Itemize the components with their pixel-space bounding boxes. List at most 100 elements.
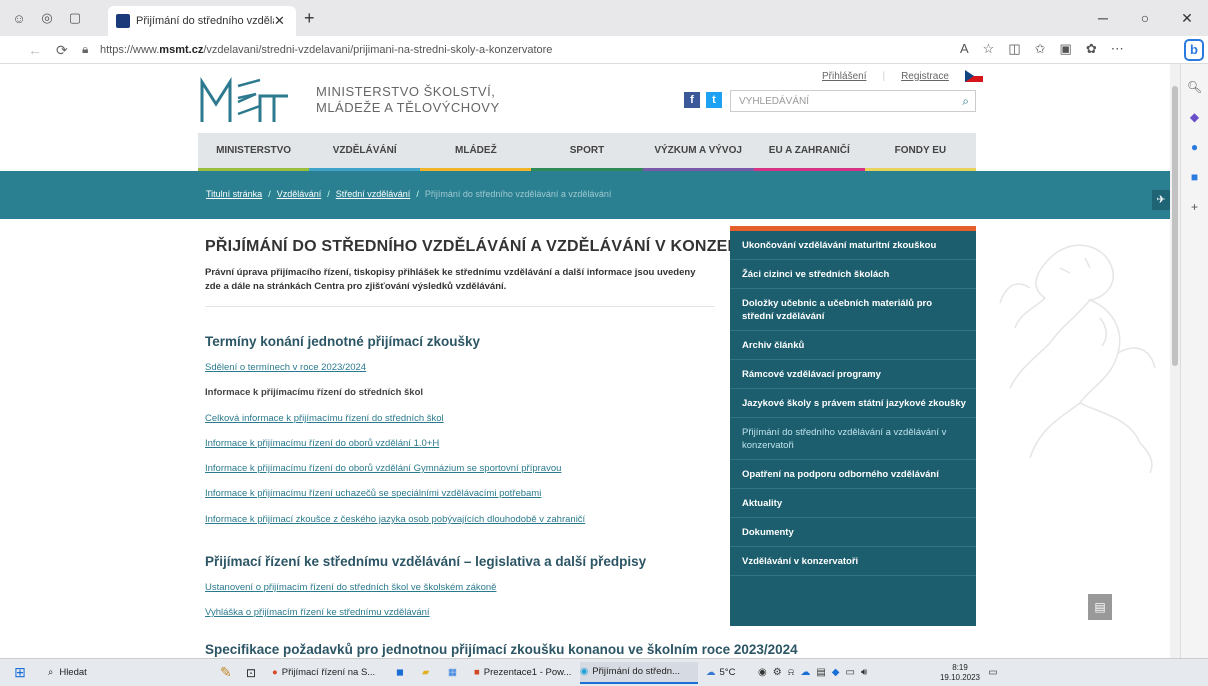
read-aloud-icon[interactable]: A	[960, 41, 969, 57]
start-button[interactable]: ⊞	[0, 662, 40, 684]
link-vyhlaska[interactable]: Vyhláška o přijímacím řízení ke středním…	[205, 607, 430, 618]
sidebar-item[interactable]: Vzdělávání v konzervatoři	[730, 547, 976, 576]
add-sidebar-app-icon[interactable]: +	[1181, 200, 1208, 214]
search-icon[interactable]: ⌕	[962, 94, 969, 109]
close-window-button[interactable]: ✕	[1166, 0, 1208, 36]
english-flag-icon[interactable]	[964, 70, 983, 82]
nav-item-6[interactable]: FONDY EU	[864, 133, 976, 171]
page-scrollbar[interactable]	[1170, 64, 1180, 658]
login-link[interactable]: Přihlášení	[822, 71, 866, 82]
favorites-icon[interactable]: ✩	[1035, 41, 1046, 57]
new-tab-button[interactable]: +	[304, 8, 315, 29]
sidebar-item[interactable]: Doložky učebnic a učebních materiálů pro…	[730, 289, 976, 331]
collections-icon[interactable]: ▣	[1060, 41, 1072, 57]
browser-tab[interactable]: Přijímání do středního vzdělávání ✕	[108, 6, 296, 36]
msmt-favicon	[116, 14, 130, 28]
calendar-icon[interactable]: ▦	[448, 662, 474, 684]
sidebar-item[interactable]: Ukončování vzdělávání maturitní zkouškou	[730, 231, 976, 260]
pin-icon[interactable]: ✈	[1152, 190, 1170, 210]
sidebar-item[interactable]: Jazykové školy s právem státní jazykové …	[730, 389, 976, 418]
breadcrumb-home[interactable]: Titulní stránka	[206, 189, 262, 199]
settings-icon[interactable]: ⚙	[773, 667, 782, 678]
nav-item-1[interactable]: VZDĚLÁVÁNÍ	[309, 133, 421, 171]
window-controls: ─ ○ ✕	[1082, 0, 1208, 36]
teams-icon[interactable]: ◉	[758, 667, 767, 678]
workspaces-icon[interactable]: ◎	[38, 9, 56, 27]
link-terms-sdeleni[interactable]: Sdělení o termínech v roce 2023/2024	[205, 362, 366, 373]
sidebar-item[interactable]: Archiv článků	[730, 331, 976, 360]
close-tab-icon[interactable]: ✕	[274, 13, 288, 29]
sidebar-item[interactable]: Přijímání do středního vzdělávání a vzdě…	[730, 418, 976, 460]
nav-item-3[interactable]: SPORT	[531, 133, 643, 171]
notifications-icon[interactable]: ▭	[982, 662, 1004, 684]
taskbar-search-box[interactable]: ⌕ Hledat	[40, 662, 220, 684]
store-icon[interactable]: ◼	[396, 662, 422, 684]
task-view-icon[interactable]: ⊡	[246, 662, 272, 684]
address-tools: A ☆ ◫ ✩ ▣ ✿ ⋯	[960, 41, 1124, 57]
profile-icon[interactable]: ☺	[10, 9, 28, 27]
scrollbar-thumb[interactable]	[1172, 86, 1178, 366]
onedrive-icon[interactable]: ☁	[800, 667, 810, 678]
site-search-input[interactable]: VYHLEDÁVÁNÍ ⌕	[730, 90, 976, 112]
register-link[interactable]: Registrace	[901, 71, 949, 82]
breadcrumb-current: Přijímání do středního vzdělávání a vzdě…	[424, 189, 612, 199]
search-sidebar-icon[interactable]: 🔍︎	[1181, 80, 1208, 94]
nav-item-0[interactable]: MINISTERSTVO	[198, 133, 310, 171]
taskbar-app-edge[interactable]: ◉ Přijímání do středn...	[580, 661, 698, 684]
taskbar-app-label: Přijímací řízení na S...	[281, 667, 376, 678]
maximize-button[interactable]: ○	[1124, 0, 1166, 36]
main-navigation: MINISTERSTVO VZDĚLÁVÁNÍ MLÁDEŽ SPORT VÝZKUM …	[198, 133, 976, 171]
sidebar-item[interactable]: Rámcové vzdělávací programy	[730, 360, 976, 389]
breadcrumb-vzdelavani[interactable]: Vzdělávání	[277, 189, 322, 199]
link-info-spec-potreby[interactable]: Informace k přijímacímu řízení uchazečů …	[205, 488, 541, 499]
link-skolsky-zakon[interactable]: Ustanovení o přijímacím řízení do středn…	[205, 582, 496, 593]
volume-icon[interactable]: 🔊︎	[861, 667, 867, 678]
tray-app-icon[interactable]: ⍾	[788, 667, 795, 678]
breadcrumb-separator: /	[327, 189, 330, 199]
sidebar-item[interactable]: Opatření na podporu odborného vzdělávání	[730, 460, 976, 489]
clock[interactable]: 8:19 19.10.2023	[938, 662, 982, 684]
ministry-name: MINISTERSTVO ŠKOLSTVÍ, MLÁDEŽE A TĚLOVÝC…	[316, 84, 500, 116]
breadcrumb-stredni[interactable]: Střední vzdělávání	[336, 189, 411, 199]
extensions-icon[interactable]: ✿	[1086, 41, 1097, 57]
split-screen-icon[interactable]: ◫	[1008, 41, 1020, 57]
favorite-star-icon[interactable]: ☆	[983, 41, 995, 57]
link-info-cesky-jazyk[interactable]: Informace k přijímací zkoušce z českého …	[205, 514, 585, 525]
nav-item-2[interactable]: MLÁDEŽ	[420, 133, 532, 171]
taskbar-app-powerpoint[interactable]: ■ Prezentace1 - Pow...	[474, 662, 580, 684]
weather-widget[interactable]: ☁ 5°C	[706, 662, 758, 684]
sidebar-item[interactable]: Žáci cizinci ve středních školách	[730, 260, 976, 289]
tab-actions-icon[interactable]: ▢	[66, 9, 84, 27]
facebook-icon[interactable]: f	[684, 92, 700, 108]
widgets-icon[interactable]: ✎	[220, 662, 246, 684]
nav-item-5[interactable]: EU A ZAHRANIČÍ	[753, 133, 865, 171]
taskbar-app-chrome[interactable]: ● Přijímací řízení na S...	[272, 662, 396, 684]
battery-icon[interactable]: ▭	[845, 667, 854, 678]
security-icon[interactable]: ◆	[832, 667, 840, 678]
bing-copilot-icon[interactable]: b	[1184, 39, 1204, 61]
minimize-button[interactable]: ─	[1082, 0, 1124, 36]
state-emblem-lion-watermark	[999, 244, 1156, 474]
network-icon[interactable]: ▤	[816, 667, 825, 678]
link-info-obory[interactable]: Informace k přijímacímu řízení do oborů …	[205, 438, 439, 449]
office-icon[interactable]: ■	[1181, 170, 1208, 184]
lock-icon[interactable]: 🔒︎	[82, 42, 88, 57]
file-explorer-icon[interactable]: ▰	[422, 662, 448, 684]
sidebar-item[interactable]: Aktuality	[730, 489, 976, 518]
nav-item-4[interactable]: VÝZKUM A VÝVOJ	[642, 133, 754, 171]
games-icon[interactable]: ●	[1181, 140, 1208, 154]
taskbar-app-label: Přijímání do středn...	[592, 666, 680, 677]
reload-icon[interactable]: ⟳	[56, 42, 68, 59]
twitter-icon[interactable]: t	[706, 92, 722, 108]
clock-date: 19.10.2023	[939, 672, 981, 682]
weather-icon: ☁	[706, 667, 716, 678]
link-info-gymnazium[interactable]: Informace k přijímacímu řízení do oborů …	[205, 463, 561, 474]
print-icon[interactable]: ▤	[1088, 594, 1112, 620]
url-field[interactable]: https://www. msmt.cz/vzdelavani/stredni-v…	[100, 40, 1000, 60]
link-info-celkova[interactable]: Celková informace k přijímacímu řízení d…	[205, 413, 444, 424]
ministry-line2: MLÁDEŽE A TĚLOVÝCHOVY	[316, 100, 500, 115]
tools-icon[interactable]: ◆	[1181, 110, 1208, 124]
more-menu-icon[interactable]: ⋯	[1111, 41, 1124, 57]
back-icon[interactable]: ←	[28, 42, 42, 58]
sidebar-item[interactable]: Dokumenty	[730, 518, 976, 547]
